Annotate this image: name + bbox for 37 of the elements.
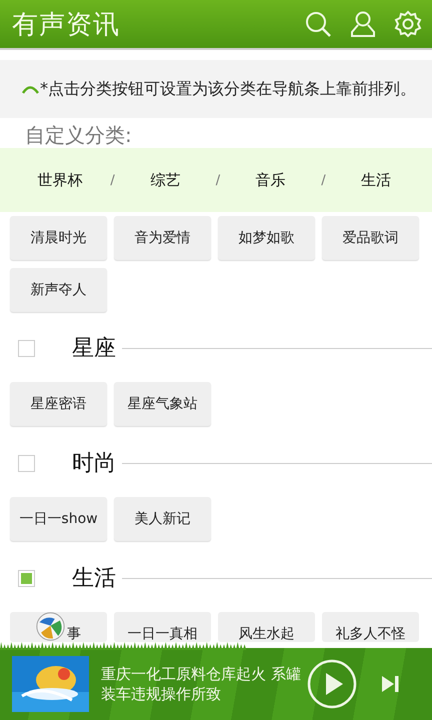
category-button[interactable]: 爱品歌词 (322, 216, 419, 260)
chevron-up-icon (22, 84, 39, 94)
category-button[interactable]: 美人新记 (114, 497, 211, 541)
checkbox[interactable] (18, 340, 35, 356)
category-button[interactable]: 一日一show (10, 497, 107, 541)
nav-category[interactable]: 综艺 (132, 170, 198, 190)
category-button[interactable]: 事 (10, 612, 107, 642)
separator: / (216, 172, 220, 188)
nav-category[interactable]: 音乐 (238, 170, 304, 190)
now-playing-title: 重庆一化工原料仓库起火 系罐装车违规操作所致 (101, 664, 301, 704)
section-title: 时尚 (72, 450, 116, 478)
nav-category[interactable]: 世界杯 (26, 170, 93, 190)
hint-text: *点击分类按钮可设置为该分类在导航条上靠前排列。 (40, 78, 416, 100)
category-button[interactable]: 清晨时光 (10, 216, 107, 260)
category-button[interactable]: 新声夺人 (10, 268, 107, 312)
checkbox[interactable] (18, 570, 35, 586)
category-button[interactable]: 一日一真相 (114, 612, 211, 642)
next-track-button[interactable] (380, 674, 400, 694)
section-label: 自定义分类: (24, 122, 133, 148)
section-title: 星座 (72, 335, 116, 363)
separator: / (110, 172, 115, 188)
category-button[interactable]: 星座密语 (10, 382, 107, 426)
separator: / (321, 172, 326, 188)
soccer-ball-icon (36, 612, 65, 641)
app-title: 有声资讯 (12, 8, 121, 42)
search-icon[interactable] (304, 10, 332, 38)
nav-category[interactable]: 生活 (343, 170, 410, 190)
settings-icon[interactable] (394, 10, 422, 38)
category-button[interactable]: 如梦如歌 (218, 216, 315, 260)
category-button[interactable]: 音为爱情 (114, 216, 211, 260)
play-button[interactable] (307, 659, 357, 709)
category-button[interactable]: 风生水起 (218, 612, 315, 642)
category-button[interactable]: 星座气象站 (114, 382, 211, 426)
category-button[interactable]: 礼多人不怪 (322, 612, 419, 642)
user-icon[interactable] (349, 10, 377, 38)
checkbox[interactable] (18, 454, 35, 472)
section-title: 生活 (72, 565, 116, 593)
